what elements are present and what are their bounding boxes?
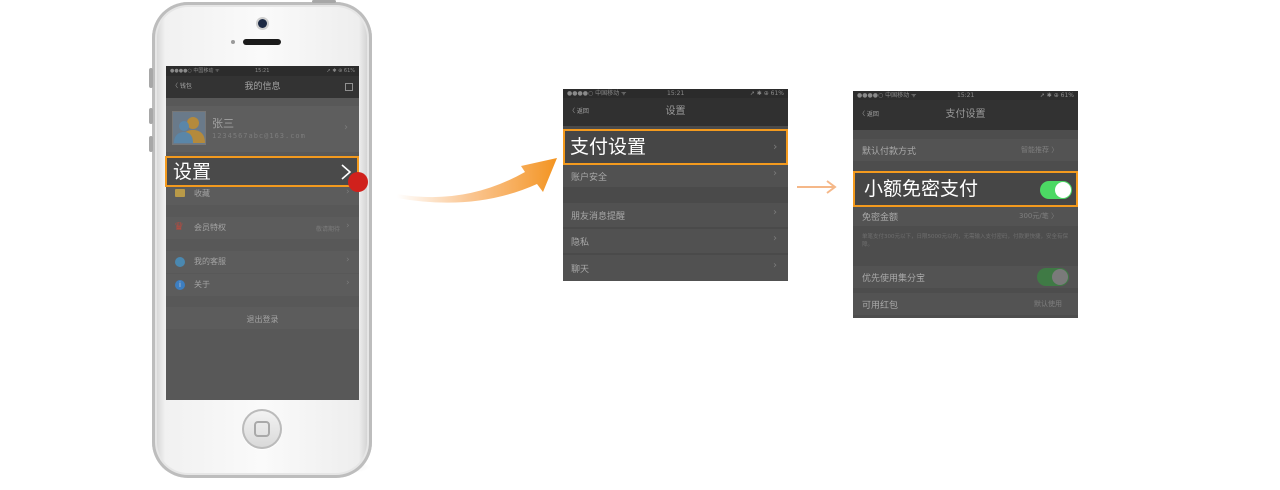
status-time: 15:21 — [957, 92, 975, 99]
list-item-label: 账户安全 — [571, 173, 608, 183]
payment-settings-label: 支付设置 — [570, 136, 647, 158]
home-button-icon — [254, 421, 270, 437]
small-amount-toggle[interactable] — [1040, 181, 1072, 199]
red-packet-row[interactable]: 可用红包 默认使用 — [853, 293, 1078, 315]
chevron-right-icon: › — [346, 255, 350, 265]
flow-arrow-large — [397, 158, 557, 203]
default-payment-row[interactable]: 默认付款方式 智能推荐 〉 — [853, 139, 1078, 161]
status-carrier: ●●●●○ 中国移动 ᯤ — [857, 92, 917, 99]
mute-switch — [149, 68, 153, 88]
limit-note: 单笔支付300元以下，日限5000元以内，无需输入支付密码，付款更快捷，安全有保… — [862, 234, 1068, 248]
nav-bar: 〈 返回 设置 — [563, 98, 788, 126]
nav-bar: 〈 返回 支付设置 — [853, 100, 1078, 130]
chevron-right-icon: › — [773, 140, 778, 153]
list-item-label: 我的客服 — [194, 257, 226, 266]
status-carrier: ●●●●○ 中国移动 ᯤ — [170, 68, 220, 74]
chevron-right-icon: › — [773, 168, 777, 179]
small-amount-no-password-highlight[interactable]: 小额免密支付 — [853, 171, 1078, 207]
list-item-label: 隐私 — [571, 238, 590, 248]
priority-toggle[interactable] — [1037, 268, 1069, 286]
chevron-right-icon: › — [346, 278, 350, 288]
small-amount-no-password-label: 小额免密支付 — [864, 178, 979, 200]
toggle-knob — [1052, 269, 1068, 285]
page-title: 设置 — [665, 106, 686, 117]
list-item[interactable]: 账户安全 › — [563, 165, 788, 187]
power-button — [312, 0, 336, 3]
status-bar: ●●●●○ 中国移动 ᯤ 15:21 ➚ ✱ ⊕ 61% — [563, 89, 788, 98]
customer-service-icon — [175, 257, 185, 267]
status-battery: ➚ ✱ ⊕ 61% — [749, 90, 784, 97]
nav-bar: 〈 钱包 我的信息 — [166, 76, 359, 98]
settings-row-highlight[interactable]: 设置 — [165, 156, 359, 187]
chevron-right-icon: › — [773, 260, 777, 271]
list-item[interactable]: i 关于 › — [166, 274, 359, 296]
page-title: 我的信息 — [244, 82, 281, 92]
proximity-sensor — [231, 40, 235, 44]
avatar-person-icon — [174, 117, 205, 143]
settings-screen: ●●●●○ 中国移动 ᯤ 15:21 ➚ ✱ ⊕ 61% 〈 返回 设置 账户安… — [563, 89, 788, 281]
status-time: 15:21 — [667, 90, 685, 97]
earpiece-speaker — [243, 39, 281, 45]
chevron-right-icon: › — [346, 187, 350, 197]
profile-row[interactable]: 张三 1234567abc@163.com › — [166, 106, 359, 152]
limit-value: 300元/笔 〉 — [1019, 212, 1058, 220]
chevron-right-icon: › — [344, 122, 348, 133]
payment-settings-highlight[interactable]: 支付设置 › — [563, 129, 788, 165]
settings-row-label: 设置 — [173, 161, 212, 183]
list-item-value: 敬请期待 — [316, 226, 341, 233]
chevron-right-icon: › — [773, 233, 777, 244]
list-item-label: 朋友消息提醒 — [571, 212, 626, 222]
tap-indicator-dot — [348, 172, 368, 192]
avatar — [172, 111, 206, 145]
chevron-right-icon: › — [773, 207, 777, 218]
status-bar: ●●●●○ 中国移动 ᯤ 15:21 ➚ ✱ ⊕ 61% — [166, 66, 359, 76]
list-item-label: 会员特权 — [194, 223, 226, 232]
priority-label: 优先使用集分宝 — [862, 274, 926, 284]
list-item[interactable]: 朋友消息提醒 › — [563, 203, 788, 227]
status-carrier: ●●●●○ 中国移动 ᯤ — [567, 90, 627, 97]
crown-icon: ♛ — [174, 220, 184, 233]
red-packet-label: 可用红包 — [862, 301, 899, 311]
volume-down-button — [149, 136, 153, 152]
status-bar: ●●●●○ 中国移动 ᯤ 15:21 ➚ ✱ ⊕ 61% — [853, 91, 1078, 100]
volume-up-button — [149, 108, 153, 124]
red-packet-value: 默认使用 — [1034, 300, 1062, 308]
list-item[interactable]: ♛ 会员特权 敬请期待 › — [166, 217, 359, 239]
list-item-label: 聊天 — [571, 265, 590, 275]
list-item-label: 收藏 — [194, 189, 210, 198]
chevron-right-icon: › — [346, 221, 350, 231]
list-item-label: 关于 — [194, 280, 210, 289]
flow-arrow-small — [797, 180, 837, 194]
status-battery: ➚ ✱ ⊕ 61% — [326, 68, 355, 74]
priority-jifenbao-row: 优先使用集分宝 — [853, 266, 1078, 288]
profile-name: 张三 — [212, 117, 234, 130]
status-time: 15:21 — [255, 68, 270, 74]
front-camera — [258, 19, 267, 28]
default-payment-label: 默认付款方式 — [862, 147, 917, 157]
info-icon: i — [175, 280, 185, 290]
toggle-knob — [1055, 182, 1071, 198]
profile-email: 1234567abc@163.com — [212, 132, 306, 140]
status-battery: ➚ ✱ ⊕ 61% — [1039, 92, 1074, 99]
qr-code-icon[interactable] — [345, 83, 353, 91]
default-payment-value: 智能推荐 〉 — [1021, 146, 1059, 154]
logout-button[interactable]: 退出登录 — [166, 307, 359, 329]
list-item[interactable]: 隐私 › — [563, 229, 788, 253]
logout-label: 退出登录 — [246, 315, 279, 324]
phone-screen-my-info: ●●●●○ 中国移动 ᯤ 15:21 ➚ ✱ ⊕ 61% 〈 钱包 我的信息 张… — [166, 66, 359, 400]
page-title: 支付设置 — [945, 109, 986, 120]
list-item[interactable]: 我的客服 › — [166, 251, 359, 273]
no-password-limit-row[interactable]: 免密金额 300元/笔 〉 — [853, 206, 1078, 226]
limit-label: 免密金额 — [862, 213, 899, 223]
favorites-icon — [175, 189, 185, 197]
list-item[interactable]: 聊天 › — [563, 255, 788, 281]
